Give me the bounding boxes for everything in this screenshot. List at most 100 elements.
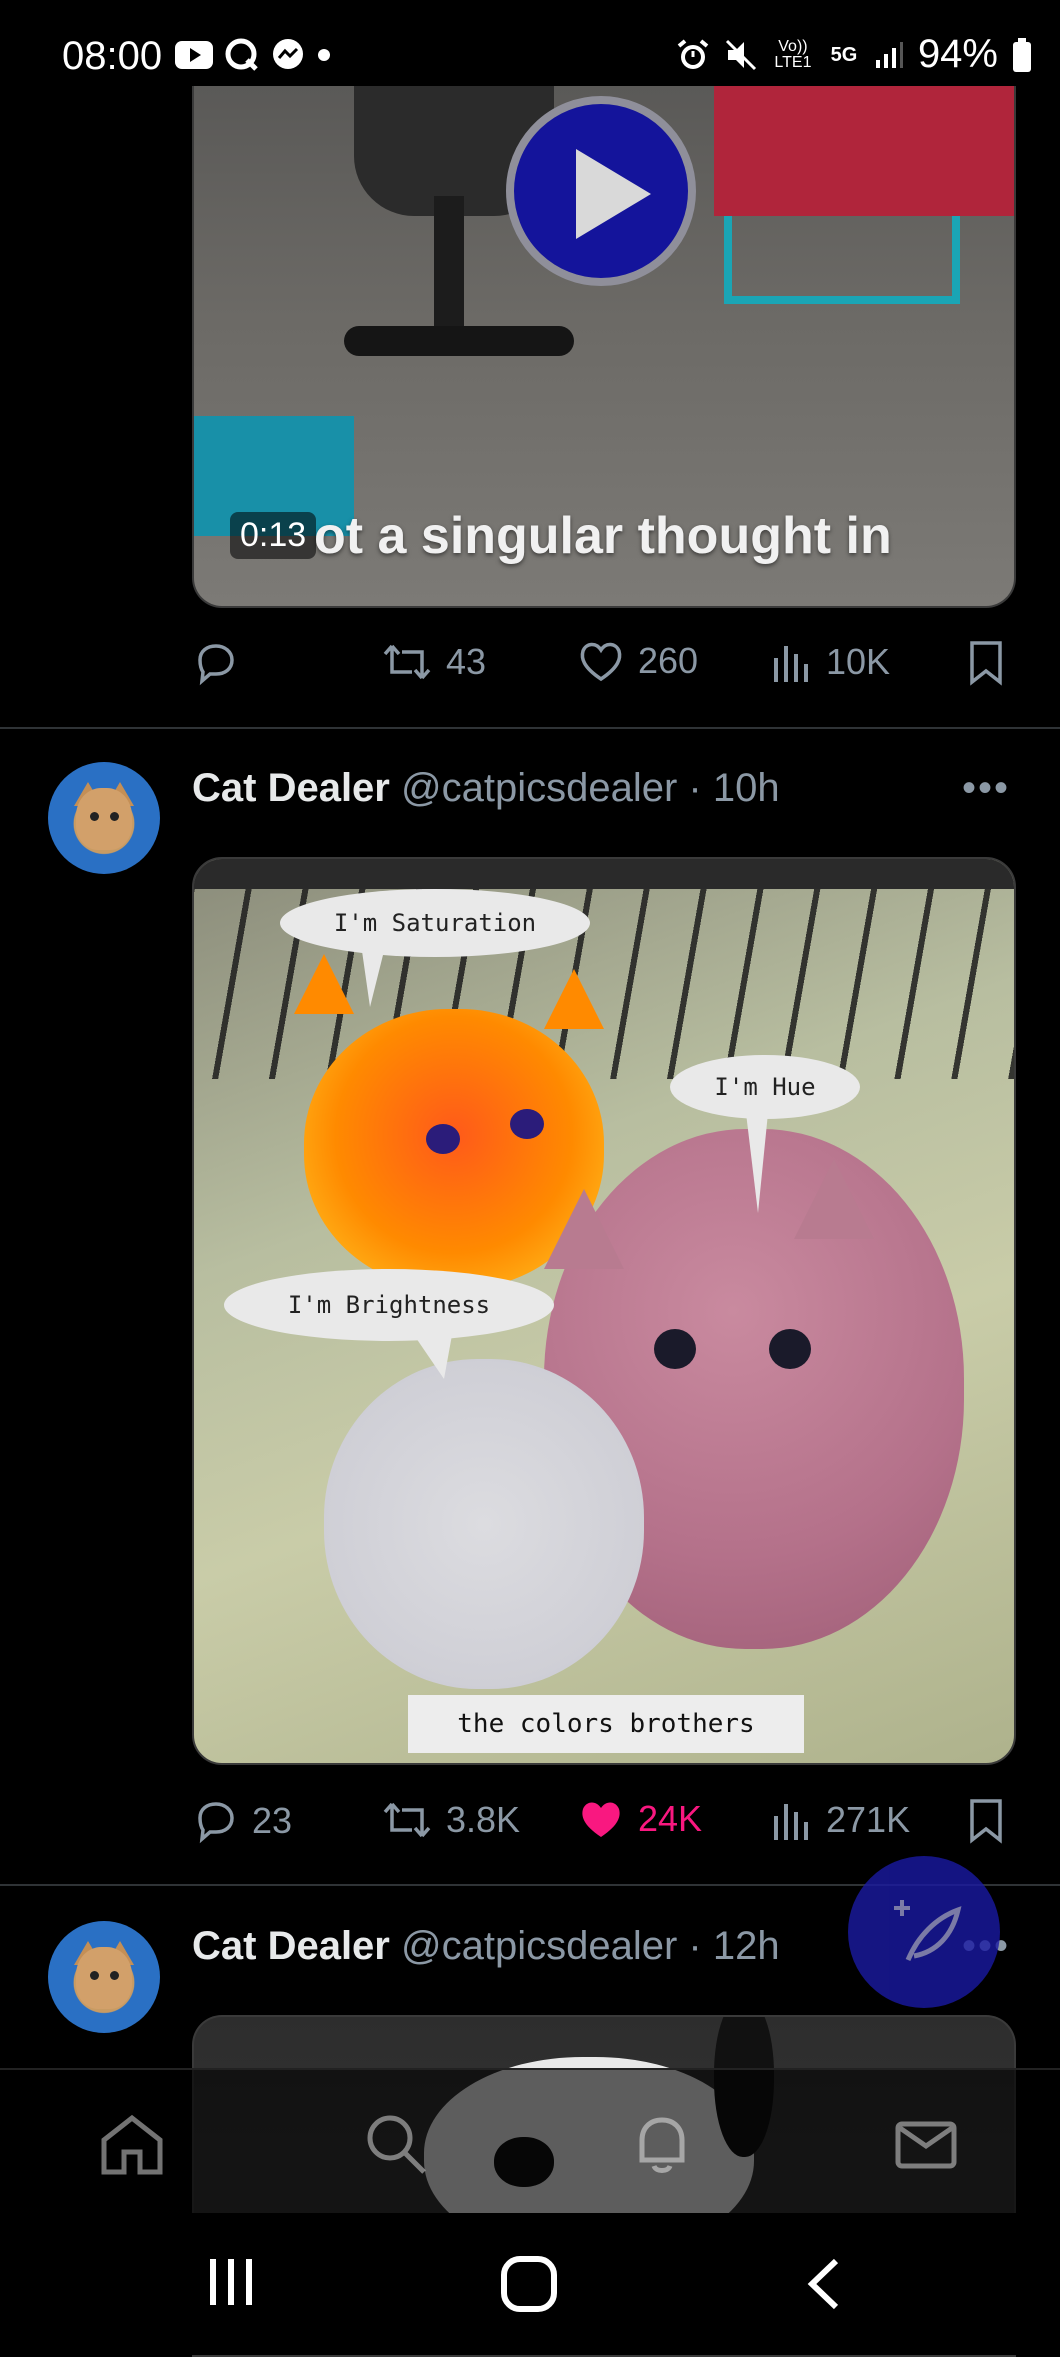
nav-search[interactable] bbox=[362, 2110, 430, 2183]
reply-button[interactable]: 23 bbox=[192, 1798, 292, 1844]
notification-icons bbox=[175, 38, 331, 72]
tweet-video[interactable]: ot a singular thought in 0:13 bbox=[192, 86, 1016, 608]
bubble-tail bbox=[746, 1113, 768, 1213]
bookmark-button[interactable] bbox=[968, 640, 1004, 686]
volte-label: Vo)) LTE1 bbox=[774, 37, 812, 71]
battery-icon bbox=[1013, 37, 1031, 72]
volte-icon: Vo)) LTE1 bbox=[772, 37, 814, 71]
repost-count: 43 bbox=[446, 641, 487, 682]
bookmark-icon bbox=[970, 641, 1002, 686]
play-icon bbox=[576, 149, 651, 239]
bubble-tail bbox=[414, 1335, 452, 1379]
reply-button[interactable] bbox=[192, 640, 252, 686]
saturation-bubble: I'm Saturation bbox=[280, 889, 590, 957]
author-name[interactable]: Cat Dealer bbox=[192, 766, 390, 810]
dot-icon bbox=[318, 49, 330, 61]
kitten-eye bbox=[654, 1329, 696, 1369]
system-nav-bar bbox=[0, 2213, 1060, 2355]
home-icon bbox=[101, 2114, 163, 2175]
avatar-eye bbox=[110, 1971, 119, 1980]
back-icon bbox=[807, 2258, 839, 2310]
more-options-button[interactable]: ••• bbox=[962, 766, 1010, 811]
views-icon bbox=[774, 646, 808, 682]
views-button[interactable]: 271K bbox=[772, 1798, 910, 1842]
bottom-nav bbox=[0, 2068, 1060, 2215]
q-icon bbox=[225, 38, 258, 71]
separator: · bbox=[688, 1924, 702, 1968]
avatar[interactable] bbox=[48, 1921, 160, 2033]
tweet-actions: 23 3.8K 24K 271K bbox=[192, 1794, 1012, 1854]
like-button[interactable]: 24K bbox=[578, 1798, 702, 1840]
author-name[interactable]: Cat Dealer bbox=[192, 1924, 390, 1968]
nav-messages[interactable] bbox=[892, 2110, 960, 2183]
5g-icon: 5G bbox=[828, 43, 860, 66]
network-label: 5G bbox=[830, 43, 858, 66]
heart-icon bbox=[580, 642, 622, 682]
tweet-time[interactable]: 10h bbox=[713, 766, 780, 810]
image-caption: the colors brothers bbox=[408, 1695, 804, 1753]
red-cloth bbox=[714, 86, 1014, 216]
repost-icon bbox=[383, 1802, 431, 1838]
tweet-header: Cat Dealer @catpicsdealer · 10h bbox=[192, 766, 780, 811]
tweet-header: Cat Dealer @catpicsdealer · 12h bbox=[192, 1924, 780, 1969]
tweet-image[interactable]: I'm Saturation I'm Hue I'm Brightness th… bbox=[192, 857, 1016, 1765]
tweet-time[interactable]: 12h bbox=[713, 1924, 780, 1968]
like-count: 260 bbox=[638, 640, 699, 681]
tweet-actions: 43 260 10K bbox=[192, 636, 1012, 696]
like-button[interactable]: 260 bbox=[578, 640, 698, 682]
home-icon bbox=[501, 2256, 557, 2312]
search-icon bbox=[367, 2115, 426, 2174]
reply-icon bbox=[198, 1802, 234, 1844]
brightness-bubble: I'm Brightness bbox=[224, 1269, 554, 1341]
recent-apps-icon bbox=[210, 2259, 252, 2305]
cage-top bbox=[194, 859, 1014, 889]
kitten-ear bbox=[794, 1159, 874, 1239]
kitten-eye bbox=[769, 1329, 811, 1369]
repost-button[interactable]: 3.8K bbox=[382, 1798, 520, 1842]
repost-button[interactable]: 43 bbox=[382, 640, 486, 684]
compose-feather-icon bbox=[894, 1900, 962, 1961]
separator: · bbox=[688, 766, 702, 810]
video-duration: 0:13 bbox=[230, 512, 317, 559]
heart-filled-icon bbox=[582, 1802, 620, 1837]
status-bar: 08:00 Vo)) LTE1 5G 94% bbox=[0, 0, 1060, 86]
bubble-tail bbox=[362, 951, 384, 1007]
kitten-eye bbox=[510, 1109, 544, 1139]
video-caption: ot a singular thought in bbox=[314, 507, 892, 565]
hue-bubble: I'm Hue bbox=[670, 1055, 860, 1119]
bookmark-icon bbox=[970, 1799, 1002, 1844]
brightness-kitten bbox=[324, 1359, 644, 1689]
back-button[interactable] bbox=[802, 2255, 846, 2318]
mute-icon bbox=[725, 39, 756, 70]
kitten-ear bbox=[294, 954, 354, 1014]
avatar[interactable] bbox=[48, 762, 160, 874]
alarm-icon bbox=[677, 38, 709, 69]
recent-apps-button[interactable] bbox=[204, 2255, 258, 2314]
avatar-face bbox=[76, 788, 132, 850]
kitten-eye bbox=[426, 1124, 460, 1154]
play-button[interactable] bbox=[506, 96, 696, 286]
battery-percent: 94% bbox=[917, 32, 998, 76]
views-count: 10K bbox=[826, 641, 891, 682]
compose-button[interactable] bbox=[848, 1856, 1000, 2008]
views-button[interactable]: 10K bbox=[772, 640, 890, 684]
reply-count: 23 bbox=[252, 1800, 293, 1841]
messenger-icon bbox=[273, 39, 303, 69]
views-count: 271K bbox=[826, 1799, 911, 1840]
author-handle[interactable]: @catpicsdealer bbox=[401, 766, 677, 810]
nav-home[interactable] bbox=[98, 2110, 166, 2183]
status-time: 08:00 bbox=[62, 34, 163, 78]
blue-stool bbox=[724, 216, 960, 304]
avatar-eye bbox=[110, 812, 119, 821]
signal-icon bbox=[875, 41, 903, 68]
system-home-button[interactable] bbox=[500, 2255, 558, 2318]
avatar-eye bbox=[90, 1971, 99, 1980]
author-handle[interactable]: @catpicsdealer bbox=[401, 1924, 677, 1968]
chair-base bbox=[344, 326, 574, 356]
bookmark-button[interactable] bbox=[968, 1798, 1004, 1844]
chair-post bbox=[434, 196, 464, 346]
repost-icon bbox=[383, 644, 431, 680]
nav-notifications[interactable] bbox=[628, 2110, 696, 2183]
messages-icon bbox=[895, 2121, 957, 2169]
like-count: 24K bbox=[638, 1798, 703, 1839]
